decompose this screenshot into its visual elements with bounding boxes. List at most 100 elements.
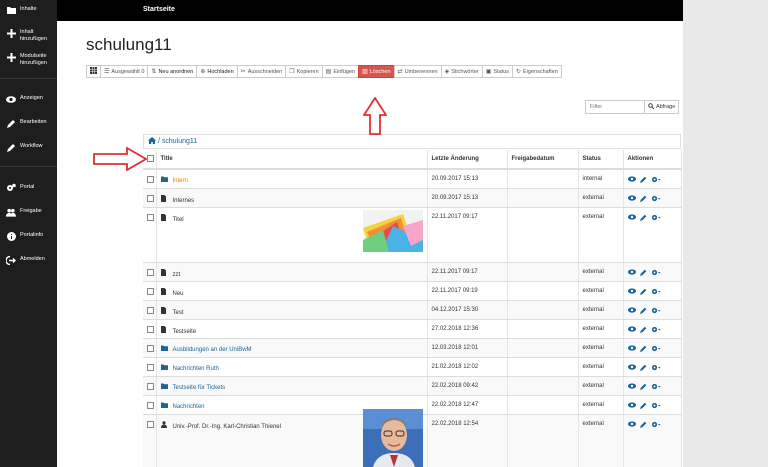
settings-dropdown-icon[interactable] [651, 288, 661, 297]
sidebar-item-inhalte[interactable]: Inhalte [6, 5, 37, 15]
view-icon[interactable] [627, 287, 636, 297]
row-title[interactable]: zzt [173, 272, 181, 278]
row-title[interactable]: Nachrichten [173, 404, 205, 410]
row-checkbox[interactable] [147, 420, 154, 428]
row-title[interactable]: Neu [173, 291, 184, 297]
row-title[interactable]: Intern [173, 178, 188, 184]
row-checkbox-cell[interactable] [143, 357, 157, 377]
view-icon[interactable] [627, 401, 636, 411]
edit-icon[interactable] [639, 402, 647, 411]
settings-dropdown-icon[interactable] [651, 176, 661, 185]
query-button[interactable]: Abfrage [645, 100, 680, 114]
column-header-modified[interactable]: Letzte Änderung [427, 150, 508, 170]
table-row[interactable]: Intern 20.09.2017 15:13 internal [143, 169, 682, 189]
column-header-status[interactable]: Status [578, 150, 624, 170]
edit-icon[interactable] [639, 364, 647, 373]
settings-dropdown-icon[interactable] [651, 402, 661, 411]
edit-icon[interactable] [639, 421, 647, 430]
cut-button[interactable]: ✂ Ausschneiden [236, 65, 287, 78]
edit-icon[interactable] [639, 269, 647, 278]
settings-dropdown-icon[interactable] [651, 421, 661, 430]
filter-input[interactable] [585, 100, 645, 114]
view-icon[interactable] [627, 213, 636, 223]
edit-icon[interactable] [639, 345, 647, 354]
row-checkbox[interactable] [147, 382, 154, 390]
properties-button[interactable]: ↻ Eigenschaften [512, 65, 562, 78]
tags-button[interactable]: ◈ Stichwörter [440, 65, 483, 78]
select-all-checkbox[interactable] [147, 154, 154, 162]
column-header-published[interactable]: Freigabedatum [507, 150, 579, 170]
settings-dropdown-icon[interactable] [651, 326, 661, 335]
row-title[interactable]: Univ.-Prof. Dr.-Ing. Karl-Christian Thie… [173, 424, 281, 430]
view-icon[interactable] [627, 363, 636, 373]
row-checkbox[interactable] [147, 363, 154, 371]
edit-icon[interactable] [639, 214, 647, 223]
table-row[interactable]: Neu 22.11.2017 09:19 external [143, 281, 682, 301]
selected-count-button[interactable]: ☰ Ausgewählt 0 [100, 65, 149, 78]
view-icon[interactable] [627, 176, 636, 185]
table-row[interactable]: Test 04.12.2017 15:30 external [143, 300, 682, 320]
table-row[interactable]: Ausbildungen an der UniBwM 12.03.2018 12:… [143, 338, 682, 358]
topbar-title[interactable]: Startseite [143, 6, 175, 13]
view-icon[interactable] [627, 268, 636, 278]
home-icon[interactable] [148, 137, 156, 146]
sidebar-item-portalinfo[interactable]: Portalinfo [6, 231, 43, 241]
row-checkbox-cell[interactable] [143, 281, 157, 301]
settings-dropdown-icon[interactable] [651, 307, 661, 316]
sidebar-item-bearbeiten[interactable]: Bearbeiten [6, 118, 47, 128]
edit-icon[interactable] [639, 195, 647, 204]
edit-icon[interactable] [639, 383, 647, 392]
row-checkbox[interactable] [147, 287, 154, 295]
breadcrumb-path[interactable]: / schulung11 [158, 138, 197, 145]
edit-icon[interactable] [639, 326, 647, 335]
table-row[interactable]: Internes 20.09.2017 15:13 external [143, 188, 682, 208]
sidebar-item-abmelden[interactable]: Abmelden [6, 255, 45, 265]
row-title[interactable]: Testseite für Tickets [173, 385, 226, 391]
table-row[interactable]: Testseite 27.02.2018 12:36 external [143, 319, 682, 339]
row-checkbox[interactable] [147, 306, 154, 314]
sidebar-item-modulseite-hinzufuegen[interactable]: Modulseite hinzufügen [6, 52, 47, 66]
row-checkbox[interactable] [147, 401, 154, 409]
settings-dropdown-icon[interactable] [651, 214, 661, 223]
edit-icon[interactable] [639, 288, 647, 297]
column-header-title[interactable]: Title [156, 150, 428, 170]
sidebar-item-workflow[interactable]: Workflow [6, 142, 43, 152]
view-icon[interactable] [627, 344, 636, 354]
row-checkbox-cell[interactable] [143, 338, 157, 358]
row-checkbox[interactable] [147, 213, 154, 221]
sidebar-item-portal[interactable]: Portal [6, 183, 34, 193]
delete-button[interactable]: ▥ Löschen [358, 65, 395, 78]
table-row[interactable]: zzt 22.11.2017 09:17 external [143, 262, 682, 282]
row-checkbox-cell[interactable] [143, 395, 157, 415]
edit-icon[interactable] [639, 176, 647, 185]
row-checkbox-cell[interactable] [143, 207, 157, 263]
view-icon[interactable] [627, 306, 636, 316]
sidebar-item-inhalt-hinzufuegen[interactable]: Inhalt hinzufügen [6, 28, 47, 42]
view-icon[interactable] [627, 325, 636, 335]
rename-button[interactable]: ⇄ Umbenennen [393, 65, 442, 78]
row-checkbox-cell[interactable] [143, 169, 157, 189]
copy-button[interactable]: ❐ Kopieren [285, 65, 323, 78]
settings-dropdown-icon[interactable] [651, 195, 661, 204]
table-row[interactable]: Nachrichten Ruth 21.02.2018 12:02 external [143, 357, 682, 377]
settings-dropdown-icon[interactable] [651, 345, 661, 354]
table-row[interactable]: Testseite für Tickets 22.02.2018 09:42 ext… [143, 376, 682, 396]
select-all-button[interactable] [86, 65, 101, 78]
settings-dropdown-icon[interactable] [651, 364, 661, 373]
row-checkbox[interactable] [147, 268, 154, 276]
paste-button[interactable]: ▤ Einfügen [321, 65, 360, 78]
row-title[interactable]: Nachrichten Ruth [173, 366, 219, 372]
row-checkbox[interactable] [147, 344, 154, 352]
edit-icon[interactable] [639, 307, 647, 316]
view-icon[interactable] [627, 194, 636, 204]
row-checkbox-cell[interactable] [143, 188, 157, 208]
reorder-button[interactable]: ⇅ Neu anordnen [147, 65, 198, 78]
row-checkbox-cell[interactable] [143, 319, 157, 339]
row-checkbox[interactable] [147, 325, 154, 333]
sidebar-item-anzeigen[interactable]: Anzeigen [6, 94, 43, 104]
row-checkbox-cell[interactable] [143, 376, 157, 396]
view-icon[interactable] [627, 420, 636, 430]
row-checkbox-cell[interactable] [143, 300, 157, 320]
row-title[interactable]: Ausbildungen an der UniBwM [173, 347, 252, 353]
row-title[interactable]: Internes [173, 198, 195, 204]
